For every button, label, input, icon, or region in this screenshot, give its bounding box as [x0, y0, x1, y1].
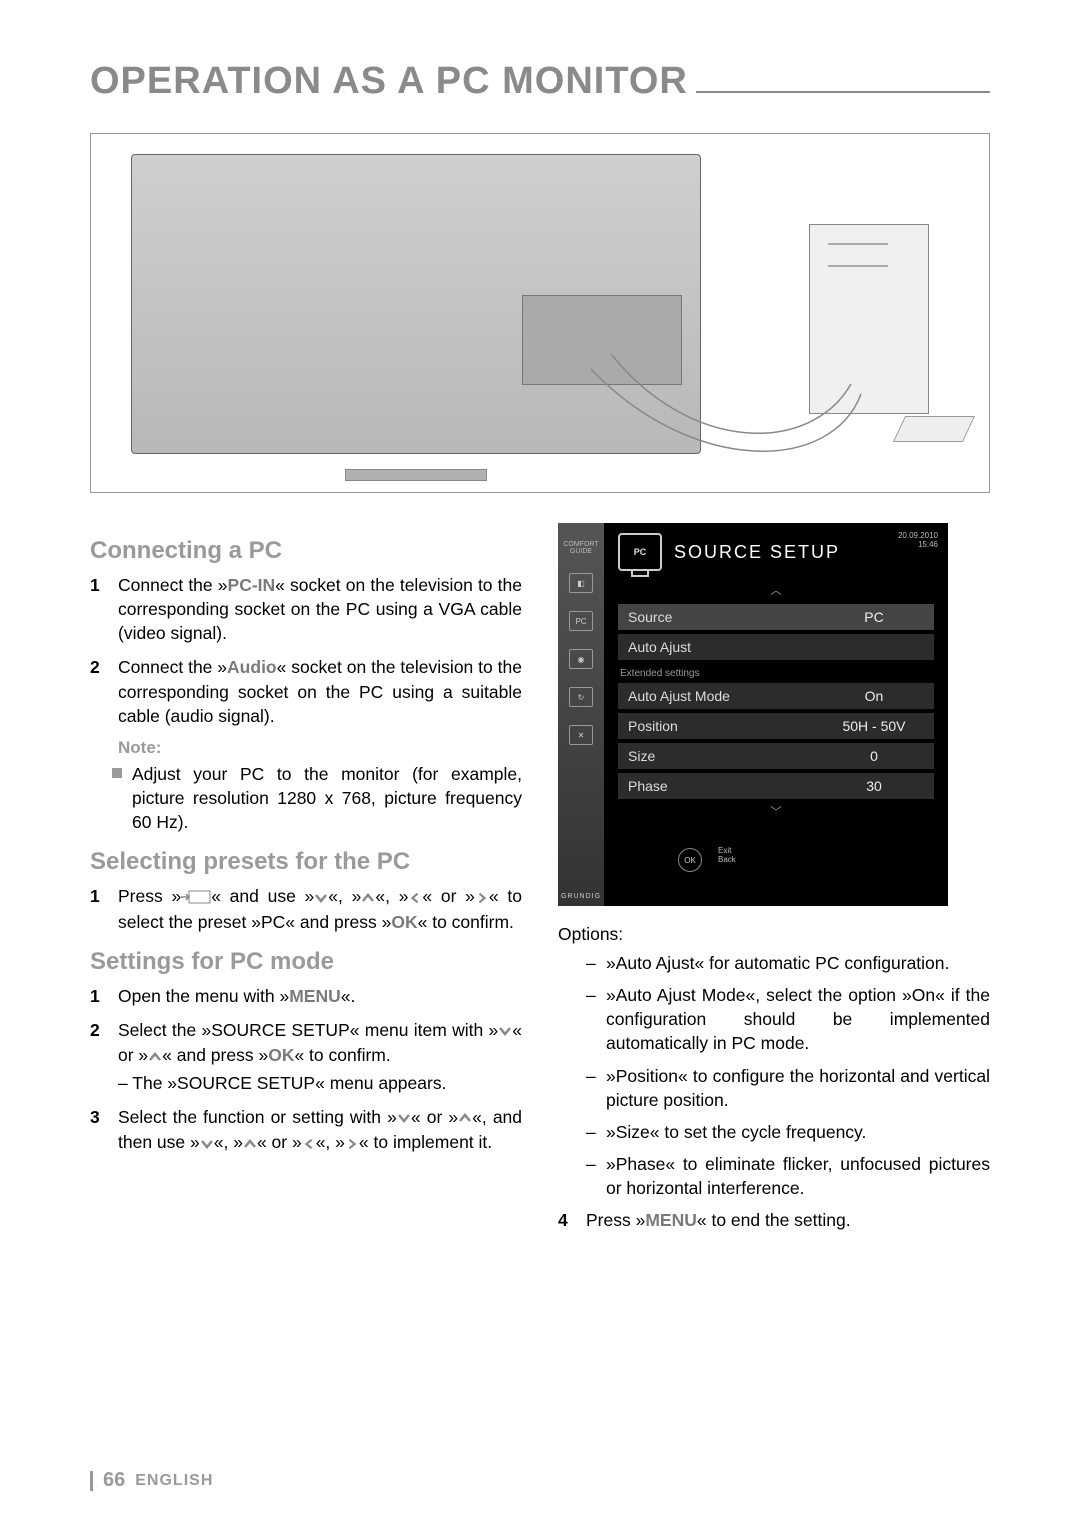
page-title-row: OPERATION AS A PC MONITOR: [90, 60, 990, 103]
option-position: –»Position« to configure the horizontal …: [586, 1064, 990, 1112]
up-chevron-icon: [458, 1106, 472, 1130]
presets-heading: Selecting presets for the PC: [90, 848, 522, 876]
osd-row-autoajust: Auto Ajust: [618, 634, 934, 660]
down-chevron-icon: [498, 1019, 512, 1043]
osd-brand: GRUNDIG: [561, 893, 601, 900]
settings-step-3: 3 Select the function or setting with »«…: [90, 1105, 522, 1156]
down-chevron-icon: [314, 886, 328, 910]
connection-diagram: [90, 133, 990, 493]
osd-pc-icon: PC: [618, 533, 662, 571]
down-chevron-icon: [200, 1132, 214, 1156]
left-chevron-icon: [408, 886, 422, 910]
options-list: –»Auto Ajust« for automatic PC configura…: [586, 951, 990, 1200]
down-chevron-icon: [397, 1106, 411, 1130]
osd-title: SOURCE SETUP: [674, 542, 840, 563]
note-body: Adjust your PC to the monitor (for examp…: [112, 762, 522, 834]
footer-bar: [90, 1471, 93, 1491]
osd-down-arrow-icon: ﹀: [618, 803, 934, 820]
osd-sidebar: COMFORT GUIDE ◧ PC ◉ ↻ ✕ GRUNDIG: [558, 523, 604, 906]
connecting-heading: Connecting a PC: [90, 537, 522, 565]
left-chevron-icon: [302, 1132, 316, 1156]
connecting-step-1: 1 Connect the »PC-IN« socket on the tele…: [90, 573, 522, 645]
osd-row-source: SourcePC: [618, 604, 934, 630]
settings-step-2-sub: – The »SOURCE SETUP« menu appears.: [118, 1071, 522, 1095]
presets-step-1: 1 Press »« and use »«, »«, »« or »« to s…: [90, 884, 522, 934]
settings-step-1: 1 Open the menu with »MENU«.: [90, 984, 522, 1008]
up-chevron-icon: [148, 1045, 162, 1069]
settings-step-2: 2 Select the »SOURCE SETUP« menu item wi…: [90, 1018, 522, 1095]
osd-row-phase: Phase30: [618, 773, 934, 799]
options-label: Options:: [558, 924, 990, 945]
right-column: COMFORT GUIDE ◧ PC ◉ ↻ ✕ GRUNDIG 20.09.2…: [558, 523, 990, 1242]
osd-header: PC SOURCE SETUP: [618, 533, 934, 571]
osd-extended-label: Extended settings: [620, 668, 934, 679]
option-phase: –»Phase« to eliminate flicker, unfocused…: [586, 1152, 990, 1200]
osd-menu: COMFORT GUIDE ◧ PC ◉ ↻ ✕ GRUNDIG 20.09.2…: [558, 523, 948, 906]
osd-datetime: 20.09.201015:46: [898, 531, 938, 549]
left-column: Connecting a PC 1 Connect the »PC-IN« so…: [90, 523, 522, 1242]
right-chevron-icon: [345, 1132, 359, 1156]
osd-remote-hint: OK ExitBack: [618, 838, 934, 888]
connecting-step-2: 2 Connect the »Audio« socket on the tele…: [90, 655, 522, 727]
cable-illustration: [91, 134, 989, 492]
osd-nav-icon: ◧: [569, 573, 593, 593]
option-auto-ajust: –»Auto Ajust« for automatic PC configura…: [586, 951, 990, 975]
osd-row-position: Position50H - 50V: [618, 713, 934, 739]
page-number: 66: [103, 1469, 125, 1492]
right-chevron-icon: [475, 886, 489, 910]
osd-row-size: Size0: [618, 743, 934, 769]
osd-nav-pc-icon: PC: [569, 611, 593, 631]
up-chevron-icon: [361, 886, 375, 910]
option-auto-ajust-mode: –»Auto Ajust Mode«, select the option »O…: [586, 983, 990, 1055]
page-footer: 66 ENGLISH: [90, 1469, 213, 1492]
osd-nav-refresh-icon: ↻: [569, 687, 593, 707]
note-label: Note:: [118, 738, 522, 758]
osd-comfort-label: COMFORT GUIDE: [558, 541, 604, 555]
osd-ok-icon: OK: [678, 848, 702, 872]
option-size: –»Size« to set the cycle frequency.: [586, 1120, 990, 1144]
title-rule: [696, 91, 990, 93]
settings-heading: Settings for PC mode: [90, 948, 522, 976]
osd-row-mode: Auto Ajust ModeOn: [618, 683, 934, 709]
footer-language: ENGLISH: [135, 1472, 213, 1490]
osd-up-arrow-icon: ︿: [618, 581, 934, 598]
osd-nav-tools-icon: ✕: [569, 725, 593, 745]
source-button-icon: [181, 886, 211, 910]
page-title: OPERATION AS A PC MONITOR: [90, 60, 688, 103]
settings-step-4: 4 Press »MENU« to end the setting.: [558, 1208, 990, 1232]
bullet-square-icon: [112, 768, 122, 778]
up-chevron-icon: [243, 1132, 257, 1156]
osd-nav-eye-icon: ◉: [569, 649, 593, 669]
